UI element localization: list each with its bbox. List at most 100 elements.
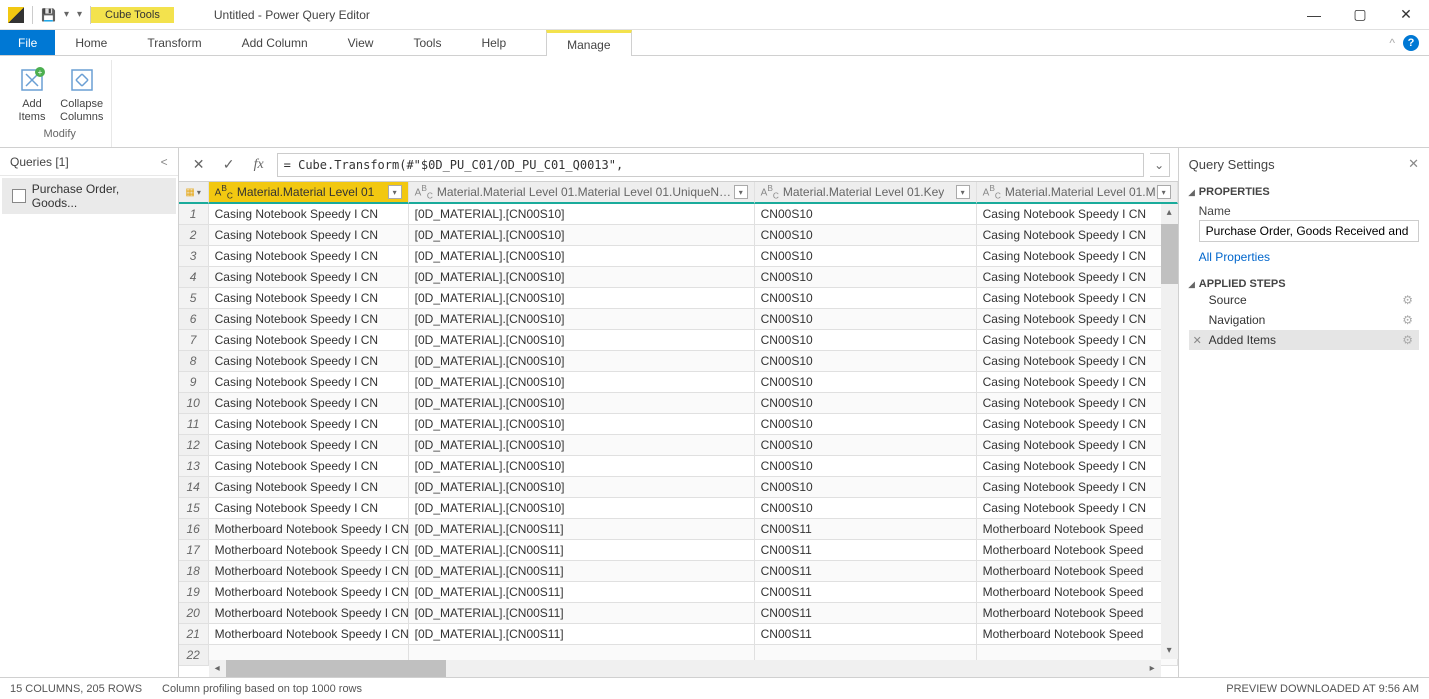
cell[interactable]: [0D_MATERIAL].[CN00S10] xyxy=(409,414,755,435)
column-header[interactable]: ABCMaterial.Material Level 01▾ xyxy=(209,182,409,204)
properties-section-head[interactable]: PROPERTIES xyxy=(1189,186,1419,198)
cell[interactable]: Casing Notebook Speedy I CN xyxy=(209,414,409,435)
cell[interactable]: Casing Notebook Speedy I CN xyxy=(977,414,1178,435)
save-icon[interactable]: 💾 xyxy=(41,8,56,22)
cell[interactable]: Casing Notebook Speedy I CN xyxy=(977,225,1178,246)
collapse-queries-icon[interactable]: < xyxy=(161,155,168,169)
row-number[interactable]: 13 xyxy=(179,456,209,477)
column-header[interactable]: ABCMaterial.Material Level 01.M▾ xyxy=(977,182,1178,204)
cell[interactable]: Casing Notebook Speedy I CN xyxy=(209,225,409,246)
expand-formula-icon[interactable]: ⌄ xyxy=(1150,153,1170,177)
table-corner-icon[interactable]: ▦▾ xyxy=(179,182,209,204)
cell[interactable]: Casing Notebook Speedy I CN xyxy=(977,498,1178,519)
help-icon[interactable]: ? xyxy=(1403,35,1419,51)
maximize-button[interactable]: ▢ xyxy=(1337,0,1383,30)
cell[interactable]: Casing Notebook Speedy I CN xyxy=(977,330,1178,351)
cell[interactable]: CN00S11 xyxy=(755,540,977,561)
cell[interactable]: [0D_MATERIAL].[CN00S10] xyxy=(409,309,755,330)
cell[interactable]: [0D_MATERIAL].[CN00S10] xyxy=(409,204,755,225)
cell[interactable]: CN00S10 xyxy=(755,246,977,267)
collapse-ribbon-icon[interactable]: ^ xyxy=(1389,36,1395,50)
cell[interactable]: CN00S11 xyxy=(755,582,977,603)
cell[interactable]: CN00S10 xyxy=(755,330,977,351)
cell[interactable]: [0D_MATERIAL].[CN00S10] xyxy=(409,435,755,456)
cell[interactable]: Motherboard Notebook Speedy I CN xyxy=(209,624,409,645)
cell[interactable]: CN00S11 xyxy=(755,519,977,540)
tab-file[interactable]: File xyxy=(0,30,55,55)
all-properties-link[interactable]: All Properties xyxy=(1199,250,1419,264)
row-number[interactable]: 19 xyxy=(179,582,209,603)
gear-icon[interactable]: ⚙ xyxy=(1402,293,1413,307)
query-name-input[interactable] xyxy=(1199,220,1419,242)
row-number[interactable]: 5 xyxy=(179,288,209,309)
cell[interactable]: Casing Notebook Speedy I CN xyxy=(209,309,409,330)
row-number[interactable]: 20 xyxy=(179,603,209,624)
column-header[interactable]: ABCMaterial.Material Level 01.Material L… xyxy=(409,182,755,204)
cell[interactable]: Motherboard Notebook Speed xyxy=(977,603,1178,624)
collapse-columns-button[interactable]: Collapse Columns xyxy=(60,60,103,124)
add-items-button[interactable]: + Add Items xyxy=(16,60,48,124)
cell[interactable]: Motherboard Notebook Speedy I CN xyxy=(209,561,409,582)
cell[interactable]: Casing Notebook Speedy I CN xyxy=(977,456,1178,477)
row-number[interactable]: 15 xyxy=(179,498,209,519)
cell[interactable]: Motherboard Notebook Speed xyxy=(977,540,1178,561)
cell[interactable]: [0D_MATERIAL].[CN00S10] xyxy=(409,498,755,519)
cell[interactable]: Casing Notebook Speedy I CN xyxy=(977,246,1178,267)
row-number[interactable]: 2 xyxy=(179,225,209,246)
column-filter-icon[interactable]: ▾ xyxy=(956,185,970,199)
row-number[interactable]: 22 xyxy=(179,645,209,666)
cell[interactable]: Casing Notebook Speedy I CN xyxy=(209,288,409,309)
cell[interactable]: [0D_MATERIAL].[CN00S11] xyxy=(409,561,755,582)
cell[interactable]: [0D_MATERIAL].[CN00S10] xyxy=(409,351,755,372)
vertical-scrollbar[interactable]: ▴ ▾ xyxy=(1161,204,1178,659)
cell[interactable]: CN00S11 xyxy=(755,561,977,582)
column-filter-icon[interactable]: ▾ xyxy=(388,185,402,199)
cell[interactable]: [0D_MATERIAL].[CN00S11] xyxy=(409,540,755,561)
cell[interactable]: Casing Notebook Speedy I CN xyxy=(977,393,1178,414)
tab-help[interactable]: Help xyxy=(461,30,526,55)
data-grid[interactable]: ▦▾ABCMaterial.Material Level 01▾ABCMater… xyxy=(179,182,1178,666)
cell[interactable]: Motherboard Notebook Speedy I CN xyxy=(209,540,409,561)
cell[interactable]: Casing Notebook Speedy I CN xyxy=(977,435,1178,456)
cell[interactable]: CN00S10 xyxy=(755,309,977,330)
cell[interactable]: [0D_MATERIAL].[CN00S10] xyxy=(409,225,755,246)
cell[interactable]: Casing Notebook Speedy I CN xyxy=(209,330,409,351)
cell[interactable]: [0D_MATERIAL].[CN00S10] xyxy=(409,372,755,393)
row-number[interactable]: 11 xyxy=(179,414,209,435)
cell[interactable]: [0D_MATERIAL].[CN00S10] xyxy=(409,393,755,414)
qat-overflow-icon[interactable]: ▾ xyxy=(77,9,82,20)
horizontal-scrollbar[interactable]: ◂ ▸ xyxy=(209,660,1161,677)
row-number[interactable]: 21 xyxy=(179,624,209,645)
cell[interactable]: CN00S10 xyxy=(755,456,977,477)
cell[interactable]: CN00S10 xyxy=(755,351,977,372)
scroll-thumb-v[interactable] xyxy=(1161,224,1178,284)
cell[interactable]: CN00S10 xyxy=(755,225,977,246)
cell[interactable]: Casing Notebook Speedy I CN xyxy=(209,204,409,225)
row-number[interactable]: 4 xyxy=(179,267,209,288)
cell[interactable]: [0D_MATERIAL].[CN00S10] xyxy=(409,246,755,267)
scroll-left-icon[interactable]: ◂ xyxy=(209,663,226,674)
scroll-down-icon[interactable]: ▾ xyxy=(1161,642,1178,659)
cell[interactable]: Motherboard Notebook Speed xyxy=(977,582,1178,603)
cell[interactable]: Casing Notebook Speedy I CN xyxy=(977,372,1178,393)
formula-input[interactable] xyxy=(277,153,1144,177)
row-number[interactable]: 12 xyxy=(179,435,209,456)
row-number[interactable]: 17 xyxy=(179,540,209,561)
cell[interactable]: Casing Notebook Speedy I CN xyxy=(977,477,1178,498)
cell[interactable]: CN00S10 xyxy=(755,204,977,225)
row-number[interactable]: 16 xyxy=(179,519,209,540)
cell[interactable]: Casing Notebook Speedy I CN xyxy=(209,456,409,477)
gear-icon[interactable]: ⚙ xyxy=(1402,333,1413,347)
cell[interactable]: Casing Notebook Speedy I CN xyxy=(977,267,1178,288)
cell[interactable]: Casing Notebook Speedy I CN xyxy=(209,435,409,456)
cell[interactable]: CN00S10 xyxy=(755,372,977,393)
fx-label[interactable]: fx xyxy=(247,153,271,177)
cell[interactable]: Motherboard Notebook Speedy I CN xyxy=(209,519,409,540)
row-number[interactable]: 6 xyxy=(179,309,209,330)
cell[interactable]: [0D_MATERIAL].[CN00S10] xyxy=(409,288,755,309)
cancel-formula-button[interactable]: ✕ xyxy=(187,153,211,177)
cell[interactable]: Casing Notebook Speedy I CN xyxy=(209,498,409,519)
cell[interactable]: Motherboard Notebook Speed xyxy=(977,624,1178,645)
scroll-thumb-h[interactable] xyxy=(226,660,446,677)
tab-transform[interactable]: Transform xyxy=(127,30,221,55)
